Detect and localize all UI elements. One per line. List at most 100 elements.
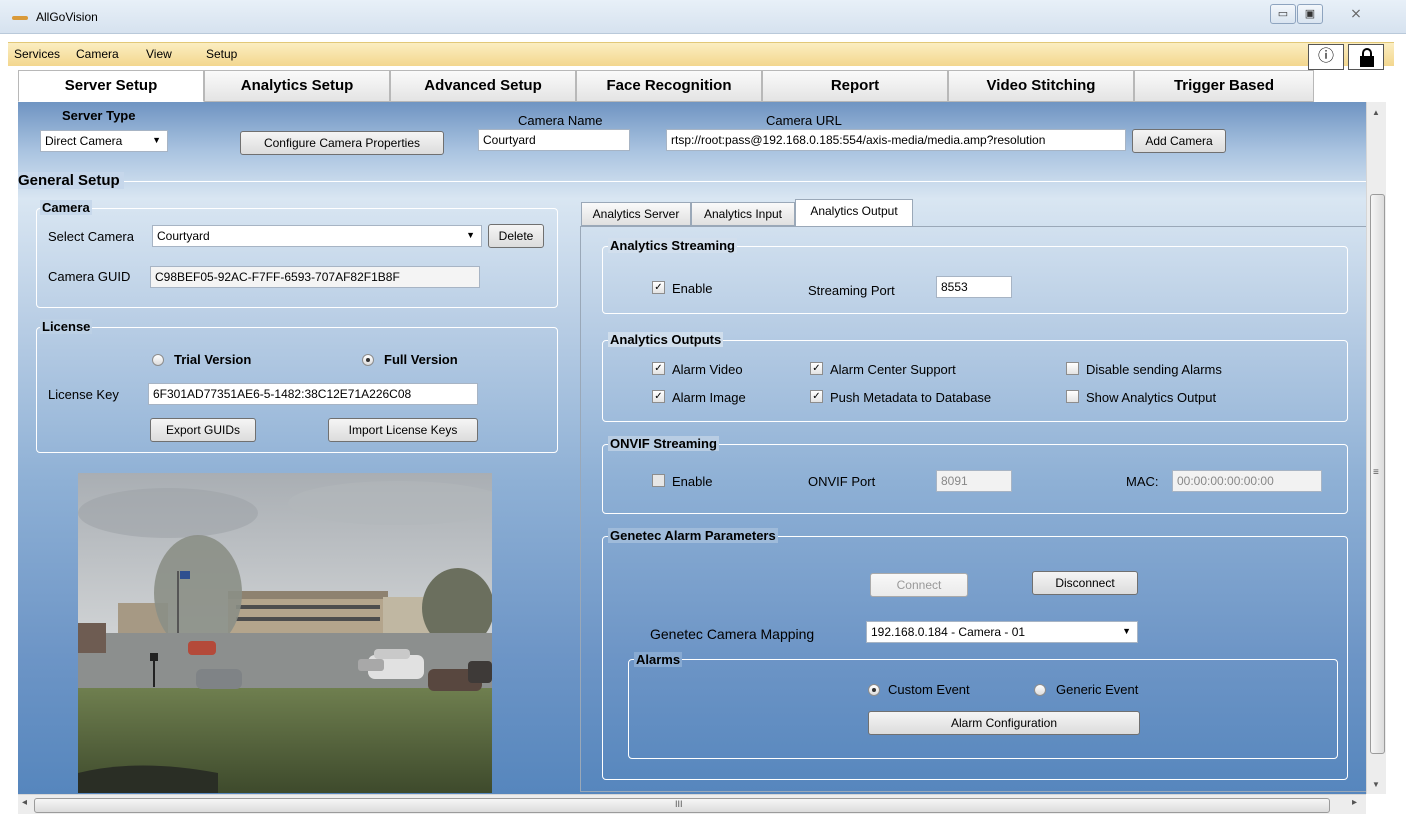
genetec-alarm-title: Genetec Alarm Parameters	[608, 528, 778, 543]
tab-analytics-server[interactable]: Analytics Server	[581, 202, 691, 226]
analytics-outputs-group	[602, 340, 1348, 422]
camera-preview-image	[78, 473, 492, 793]
camera-guid-field[interactable]: C98BEF05-92AC-F7FF-6593-707AF82F1B8F	[150, 266, 480, 288]
horizontal-scroll-thumb[interactable]: III	[34, 798, 1330, 813]
camera-group	[36, 208, 558, 308]
trial-version-label: Trial Version	[174, 352, 252, 367]
tab-analytics-input[interactable]: Analytics Input	[691, 202, 795, 226]
export-guids-button[interactable]: Export GUIDs	[150, 418, 256, 442]
minimize-button[interactable]: ▭	[1270, 4, 1296, 24]
menu-services[interactable]: Services	[14, 47, 60, 61]
custom-event-radio[interactable]	[868, 684, 880, 696]
alarm-image-checkbox[interactable]: ✓	[652, 390, 665, 403]
mac-field[interactable]: 00:00:00:00:00:00	[1172, 470, 1322, 492]
alarms-group	[628, 659, 1338, 759]
scroll-left-icon[interactable]: ◂	[22, 797, 27, 808]
mac-label: MAC:	[1126, 474, 1159, 489]
lock-icon[interactable]	[1348, 44, 1384, 70]
genetec-mapping-label: Genetec Camera Mapping	[650, 626, 815, 642]
show-output-checkbox[interactable]	[1066, 390, 1079, 403]
select-camera-dropdown[interactable]: Courtyard ▼	[152, 225, 482, 247]
trial-version-radio[interactable]	[152, 354, 164, 366]
alarm-center-label: Alarm Center Support	[830, 362, 956, 377]
disconnect-button[interactable]: Disconnect	[1032, 571, 1138, 595]
alarms-group-title: Alarms	[634, 652, 683, 667]
analytics-tab-strip: Analytics Server Analytics Input Analyti…	[581, 199, 937, 229]
vertical-scroll-thumb[interactable]: ≡	[1370, 194, 1385, 754]
maximize-button[interactable]: ▣	[1297, 4, 1323, 24]
onvif-enable-label: Enable	[672, 474, 713, 489]
onvif-port-field[interactable]: 8091	[936, 470, 1012, 492]
alarm-configuration-button[interactable]: Alarm Configuration	[868, 711, 1140, 735]
connect-button[interactable]: Connect	[870, 573, 968, 597]
server-setup-panel: Server Type Direct Camera ▼ Configure Ca…	[18, 102, 1366, 794]
app-icon	[12, 16, 28, 20]
tab-face-recognition[interactable]: Face Recognition	[576, 70, 762, 102]
horizontal-scrollbar[interactable]: ◂ III ▸	[18, 794, 1366, 814]
full-version-label: Full Version	[384, 352, 458, 367]
tab-video-stitching[interactable]: Video Stitching	[948, 70, 1134, 102]
custom-event-label: Custom Event	[888, 682, 970, 697]
analytics-outputs-title: Analytics Outputs	[608, 332, 724, 347]
streaming-port-field[interactable]: 8553	[936, 276, 1012, 298]
scroll-right-icon[interactable]: ▸	[1352, 797, 1357, 808]
camera-name-field[interactable]: Courtyard	[478, 129, 630, 151]
menu-view[interactable]: View	[146, 47, 172, 61]
alarm-video-checkbox[interactable]: ✓	[652, 362, 665, 375]
title-bar: AllGoVision ▭ ▣ ⨯	[0, 0, 1406, 34]
close-button[interactable]: ⨯	[1332, 4, 1380, 24]
onvif-port-label: ONVIF Port	[808, 474, 876, 489]
generic-event-label: Generic Event	[1056, 682, 1139, 697]
tab-report[interactable]: Report	[762, 70, 948, 102]
onvif-enable-checkbox[interactable]	[652, 474, 665, 487]
server-type-dropdown[interactable]: Direct Camera ▼	[40, 130, 168, 152]
tab-advanced-setup[interactable]: Advanced Setup	[390, 70, 576, 102]
camera-url-label: Camera URL	[766, 113, 842, 128]
import-license-keys-button[interactable]: Import License Keys	[328, 418, 478, 442]
disable-alarms-checkbox[interactable]	[1066, 362, 1079, 375]
generic-event-radio[interactable]	[1034, 684, 1046, 696]
alarm-image-label: Alarm Image	[672, 390, 746, 405]
chevron-down-icon: ▼	[466, 230, 475, 240]
tab-analytics-setup[interactable]: Analytics Setup	[204, 70, 390, 102]
scroll-down-icon[interactable]: ▼	[1372, 780, 1380, 789]
camera-url-field[interactable]: rtsp://root:pass@192.168.0.185:554/axis-…	[666, 129, 1126, 151]
tab-trigger-based[interactable]: Trigger Based	[1134, 70, 1314, 102]
tab-server-setup[interactable]: Server Setup	[18, 70, 204, 102]
configure-camera-button[interactable]: Configure Camera Properties	[240, 131, 444, 155]
tab-analytics-output[interactable]: Analytics Output	[795, 199, 913, 226]
chevron-down-icon: ▼	[1122, 626, 1131, 636]
scroll-grip-icon: III	[675, 799, 683, 809]
general-setup-divider	[18, 181, 1366, 182]
menu-bar: Services Camera View Setup ⓘ	[8, 42, 1394, 70]
full-version-radio[interactable]	[362, 354, 374, 366]
add-camera-button[interactable]: Add Camera	[1132, 129, 1226, 153]
vertical-scrollbar[interactable]: ▲ ≡ ▼	[1366, 102, 1386, 794]
push-metadata-label: Push Metadata to Database	[830, 390, 992, 405]
push-metadata-checkbox[interactable]: ✓	[810, 390, 823, 403]
genetec-mapping-dropdown[interactable]: 192.168.0.184 - Camera - 01 ▼	[866, 621, 1138, 643]
license-group-title: License	[40, 319, 93, 334]
camera-group-title: Camera	[40, 200, 92, 215]
scroll-grip-icon: ≡	[1373, 467, 1379, 478]
camera-name-label: Camera Name	[518, 113, 603, 128]
streaming-enable-label: Enable	[672, 281, 713, 296]
alarm-center-checkbox[interactable]: ✓	[810, 362, 823, 375]
window-title: AllGoVision	[36, 10, 98, 24]
disable-alarms-label: Disable sending Alarms	[1086, 362, 1222, 377]
delete-camera-button[interactable]: Delete	[488, 224, 544, 248]
license-key-field[interactable]: 6F301AD77351AE6-5-1482:38C12E71A226C08	[148, 383, 478, 405]
server-type-value: Direct Camera	[45, 134, 123, 148]
general-setup-title: General Setup	[18, 172, 124, 189]
info-icon[interactable]: ⓘ	[1308, 44, 1344, 70]
select-camera-value: Courtyard	[157, 229, 210, 243]
lock-body	[1360, 56, 1374, 67]
analytics-streaming-title: Analytics Streaming	[608, 238, 737, 253]
streaming-port-label: Streaming Port	[808, 283, 895, 298]
scroll-up-icon[interactable]: ▲	[1372, 108, 1380, 117]
streaming-enable-checkbox[interactable]: ✓	[652, 281, 665, 294]
menu-setup[interactable]: Setup	[206, 47, 237, 61]
menu-camera[interactable]: Camera	[76, 47, 119, 61]
courtyard-scene	[78, 473, 492, 793]
license-key-label: License Key	[48, 387, 119, 402]
